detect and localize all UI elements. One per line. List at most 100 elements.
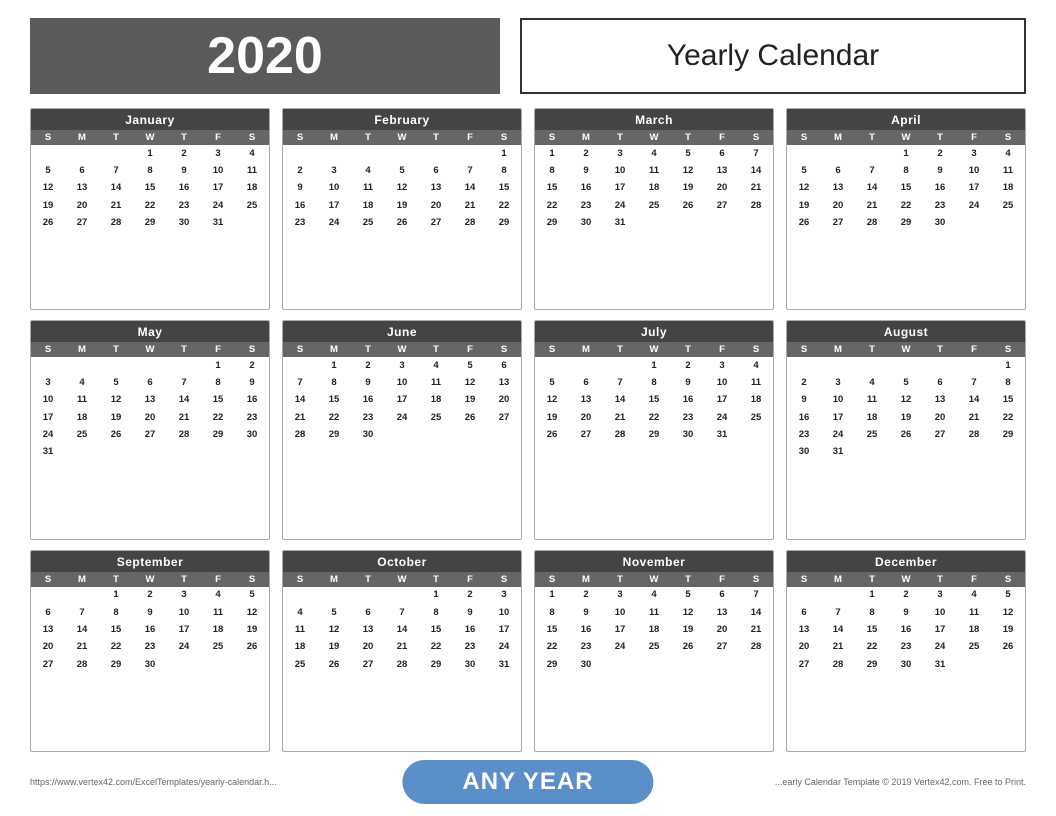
day-cell: 27 [705, 197, 739, 214]
empty-cell [487, 427, 521, 444]
day-cell: 8 [855, 604, 889, 621]
day-cell: 8 [991, 375, 1025, 392]
empty-cell [283, 145, 317, 162]
dow-cell: M [821, 130, 855, 145]
day-cell: 18 [637, 621, 671, 638]
day-cell: 23 [351, 409, 385, 426]
day-cell: 22 [535, 639, 569, 656]
day-cell: 23 [133, 639, 167, 656]
month-name: December [787, 551, 1025, 572]
day-cell: 5 [385, 162, 419, 179]
day-cell: 24 [201, 197, 235, 214]
day-cell: 12 [31, 180, 65, 197]
month-name: November [535, 551, 773, 572]
empty-cell [787, 145, 821, 162]
day-cell: 22 [133, 197, 167, 214]
day-cell: 10 [603, 604, 637, 621]
empty-cell [787, 357, 821, 374]
day-cell: 10 [821, 392, 855, 409]
day-cell: 13 [923, 392, 957, 409]
empty-cell [991, 444, 1025, 461]
dow-cell: W [385, 342, 419, 357]
day-cell: 31 [31, 444, 65, 461]
day-cell: 1 [99, 587, 133, 604]
dow-cell: F [705, 342, 739, 357]
day-cell: 26 [671, 639, 705, 656]
day-cell: 23 [787, 427, 821, 444]
day-cell: 7 [855, 162, 889, 179]
day-cell: 11 [855, 392, 889, 409]
dow-cell: T [419, 572, 453, 587]
empty-cell [889, 357, 923, 374]
day-cell: 9 [889, 604, 923, 621]
dow-cell: F [201, 572, 235, 587]
dow-row: SMTWTFS [787, 130, 1025, 145]
day-cell: 21 [65, 639, 99, 656]
dow-cell: F [201, 130, 235, 145]
dow-row: SMTWTFS [283, 342, 521, 357]
day-cell: 27 [569, 427, 603, 444]
day-cell: 21 [739, 621, 773, 638]
day-cell: 19 [671, 180, 705, 197]
day-cell: 4 [855, 375, 889, 392]
day-cell: 14 [283, 392, 317, 409]
empty-cell [65, 587, 99, 604]
day-cell: 24 [957, 197, 991, 214]
days-grid: 1234567891011121314151617181920212223242… [787, 357, 1025, 461]
empty-cell [821, 145, 855, 162]
dow-cell: S [283, 342, 317, 357]
day-cell: 15 [889, 180, 923, 197]
dow-cell: S [739, 130, 773, 145]
day-cell: 3 [167, 587, 201, 604]
day-cell: 9 [569, 162, 603, 179]
day-cell: 14 [739, 162, 773, 179]
day-cell: 12 [99, 392, 133, 409]
days-grid: 1234567891011121314151617181920212223242… [283, 357, 521, 444]
calendar-title: Yearly Calendar [520, 18, 1026, 94]
day-cell: 10 [603, 162, 637, 179]
empty-cell [317, 145, 351, 162]
day-cell: 2 [787, 375, 821, 392]
day-cell: 24 [603, 639, 637, 656]
day-cell: 15 [535, 180, 569, 197]
day-cell: 20 [569, 409, 603, 426]
day-cell: 26 [99, 427, 133, 444]
day-cell: 21 [385, 639, 419, 656]
day-cell: 4 [419, 357, 453, 374]
day-cell: 10 [201, 162, 235, 179]
dow-cell: T [923, 342, 957, 357]
day-cell: 28 [821, 656, 855, 673]
day-cell: 22 [317, 409, 351, 426]
header: 2020 Yearly Calendar [30, 18, 1026, 94]
dow-cell: S [283, 130, 317, 145]
empty-cell [167, 656, 201, 673]
dow-row: SMTWTFS [787, 342, 1025, 357]
day-cell: 6 [705, 587, 739, 604]
day-cell: 17 [923, 621, 957, 638]
day-cell: 28 [957, 427, 991, 444]
day-cell: 9 [133, 604, 167, 621]
footer: https://www.vertex42.com/ExcelTemplates/… [30, 758, 1026, 806]
day-cell: 24 [923, 639, 957, 656]
dow-cell: W [637, 572, 671, 587]
day-cell: 26 [31, 214, 65, 231]
day-cell: 26 [235, 639, 269, 656]
dow-cell: T [99, 130, 133, 145]
empty-cell [31, 357, 65, 374]
dow-cell: W [889, 342, 923, 357]
day-cell: 8 [637, 375, 671, 392]
days-grid: 1234567891011121314151617181920212223242… [31, 145, 269, 232]
day-cell: 20 [705, 621, 739, 638]
day-cell: 22 [637, 409, 671, 426]
day-cell: 10 [167, 604, 201, 621]
empty-cell [385, 587, 419, 604]
day-cell: 6 [821, 162, 855, 179]
day-cell: 8 [419, 604, 453, 621]
day-cell: 1 [419, 587, 453, 604]
day-cell: 17 [317, 197, 351, 214]
day-cell: 12 [991, 604, 1025, 621]
day-cell: 25 [637, 639, 671, 656]
day-cell: 13 [705, 604, 739, 621]
empty-cell [133, 357, 167, 374]
day-cell: 20 [419, 197, 453, 214]
